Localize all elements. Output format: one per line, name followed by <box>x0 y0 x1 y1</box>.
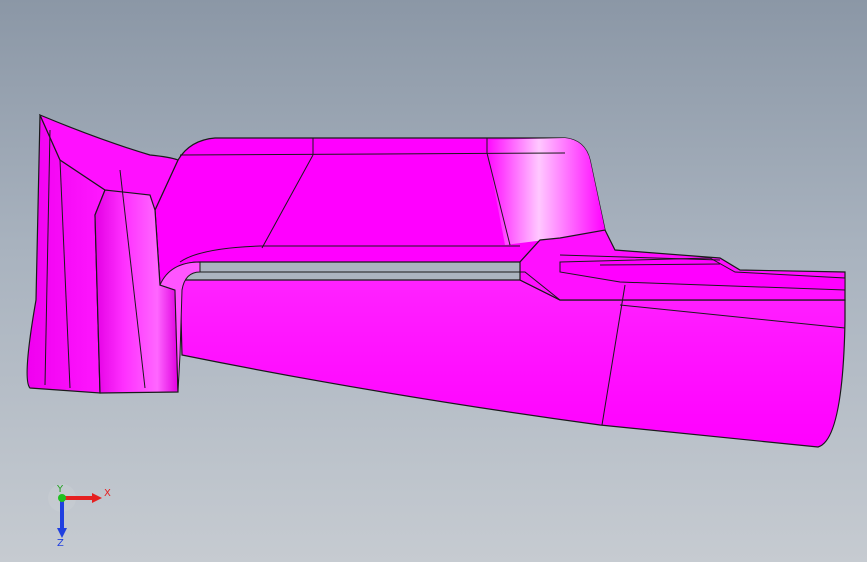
part-model[interactable] <box>0 0 867 562</box>
bend-highlight <box>485 138 605 245</box>
graphics-viewport[interactable]: X Y Z <box>0 0 867 562</box>
coordinate-triad: X Y Z <box>48 484 111 548</box>
y-axis-icon <box>58 494 66 502</box>
y-axis-label: Y <box>56 484 64 495</box>
z-axis-label: Z <box>57 538 64 548</box>
x-axis-label: X <box>104 488 111 499</box>
front-face <box>179 279 846 448</box>
